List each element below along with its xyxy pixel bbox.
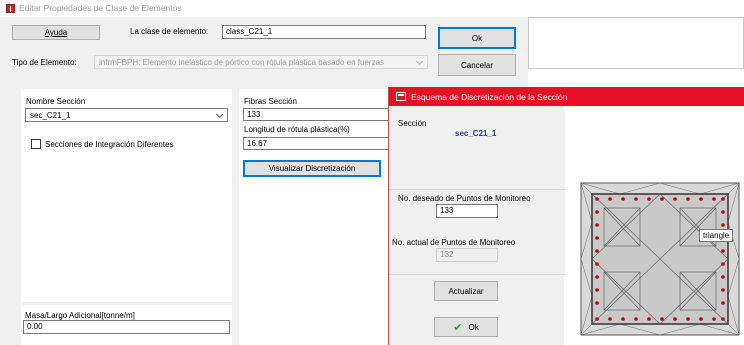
mass-panel: Masa/Largo Adicional[tonne/m] 0.00: [21, 305, 232, 345]
dialog-ok-button[interactable]: ✔ Ok: [434, 317, 498, 337]
section-panel: Nombre Sección sec_C21_1 Secciones de In…: [21, 89, 232, 302]
hinge-length-label: Longitud de rótula plástica(%): [244, 125, 350, 134]
mass-label: Masa/Largo Adicional[tonne/m]: [25, 311, 135, 320]
app-icon: [6, 4, 15, 13]
title-bar: Editar Propiedades de Clase de Elementos: [0, 0, 744, 17]
dialog-title-bar: Esquema de Discretización de la Sección: [389, 87, 744, 106]
check-icon: ✔: [453, 321, 463, 334]
update-button[interactable]: Actualizar: [434, 281, 498, 301]
help-button-label: Ayuda: [44, 28, 68, 37]
element-type-value: infrmFBPH: Elemento inelástico de pórtic…: [99, 58, 385, 67]
actual-points-input: 132: [436, 248, 498, 262]
cancel-button-label: Cancelar: [460, 60, 493, 70]
mass-input[interactable]: 0.00: [23, 320, 230, 334]
fiber-panel: Fibras Sección 133 Longitud de rótula pl…: [239, 89, 389, 345]
visualize-button[interactable]: Visualizar Discretización: [243, 160, 381, 177]
ok-button-label: Ok: [471, 33, 483, 43]
element-type-select[interactable]: infrmFBPH: Elemento inelástico de pórtic…: [94, 55, 428, 69]
dialog-app-icon: [396, 92, 406, 101]
class-label: La clase de elemento:: [130, 27, 209, 36]
main-window: Editar Propiedades de Clase de Elementos…: [0, 0, 744, 345]
update-button-label: Actualizar: [448, 286, 484, 296]
preview-top-box: [528, 17, 744, 69]
different-integration-checkbox[interactable]: [31, 139, 41, 149]
desired-points-input[interactable]: 133: [436, 204, 498, 218]
dialog-section-value: sec_C21_1: [455, 129, 497, 138]
dialog-ok-label: Ok: [468, 322, 479, 332]
desired-points-label: No. deseado de Puntos de Monitoreo: [398, 194, 531, 203]
fibers-label: Fibras Sección: [244, 97, 297, 106]
visualize-button-label: Visualizar Discretización: [268, 164, 356, 173]
element-type-label: Tipo de Elemento:: [12, 58, 77, 67]
hinge-length-input[interactable]: 16.67: [243, 137, 389, 150]
section-name-label: Nombre Sección: [26, 97, 86, 106]
cancel-button[interactable]: Cancelar: [438, 54, 516, 76]
help-button[interactable]: Ayuda: [12, 25, 100, 40]
dialog-title: Esquema de Discretización de la Sección: [411, 92, 568, 102]
shape-tooltip: triangle: [699, 229, 734, 242]
section-name-select[interactable]: sec_C21_1: [25, 108, 228, 122]
section-discretization-drawing: [580, 182, 740, 336]
chevron-down-icon: [215, 110, 224, 119]
section-name-value: sec_C21_1: [30, 111, 71, 120]
window-title: Editar Propiedades de Clase de Elementos: [19, 3, 182, 13]
fibers-input[interactable]: 133: [243, 108, 389, 121]
chevron-down-icon: [415, 57, 424, 66]
dialog-section-group: Sección sec_C21_1: [389, 110, 565, 190]
monitor-points-group: No. deseado de Puntos de Monitoreo 133 N…: [389, 191, 565, 275]
class-input[interactable]: class_C21_1: [222, 25, 426, 39]
dialog-section-label: Sección: [398, 119, 427, 128]
different-integration-label: Secciones de Integración Diferentes: [45, 140, 174, 149]
actual-points-label: No. actual de Puntos de Monitoreo: [392, 238, 516, 247]
discretization-dialog: Esquema de Discretización de la Sección …: [388, 87, 744, 345]
ok-button[interactable]: Ok: [438, 27, 516, 49]
